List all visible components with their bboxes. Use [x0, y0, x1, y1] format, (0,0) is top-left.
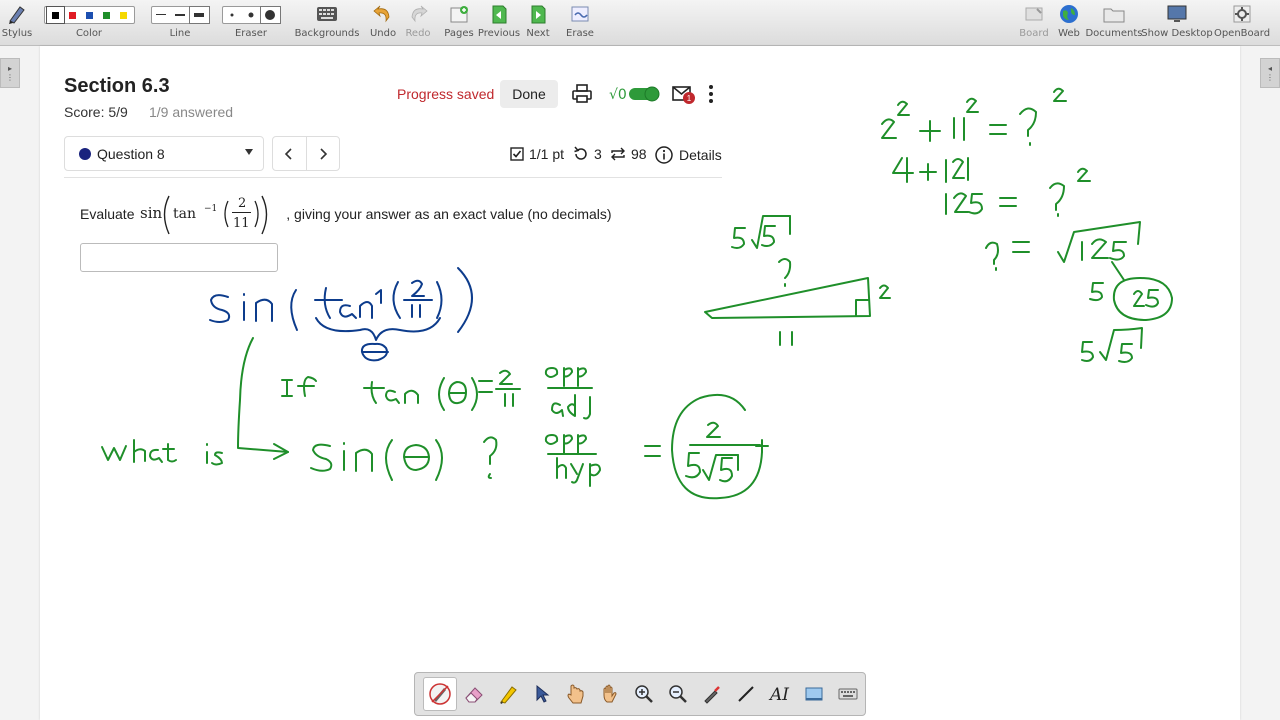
svg-text:AI: AI [768, 685, 789, 705]
ink-annotations [101, 87, 1173, 500]
laser-pointer-tool[interactable] [695, 677, 729, 711]
virtual-keyboard-icon [838, 688, 858, 700]
arrow-pointer-icon [536, 684, 550, 703]
highlighter-icon [500, 686, 517, 704]
text-tool[interactable]: AI [763, 677, 797, 711]
line-tool[interactable] [729, 677, 763, 711]
pen-tool[interactable] [423, 677, 457, 711]
zoom-out-icon [669, 685, 687, 703]
hand-icon [603, 684, 617, 703]
zoom-out-tool[interactable] [661, 677, 695, 711]
line-icon [738, 686, 754, 702]
ink-green-work [101, 87, 1173, 500]
zoom-in-icon [635, 685, 653, 703]
virtual-keyboard-tool[interactable] [831, 677, 865, 711]
highlighter-tool[interactable] [491, 677, 525, 711]
pen-icon [429, 683, 451, 705]
selector-tool[interactable] [525, 677, 559, 711]
laser-pointer-icon [704, 686, 720, 704]
screen-capture-icon [805, 687, 823, 701]
eraser-tool[interactable] [457, 677, 491, 711]
interact-tool[interactable] [559, 677, 593, 711]
pointing-hand-icon [567, 684, 584, 704]
hand-tool[interactable] [593, 677, 627, 711]
zoom-in-tool[interactable] [627, 677, 661, 711]
eraser-icon [465, 687, 483, 703]
tool-palette: AI [414, 672, 866, 716]
text-icon: AI [768, 685, 789, 705]
capture-tool[interactable] [797, 677, 831, 711]
